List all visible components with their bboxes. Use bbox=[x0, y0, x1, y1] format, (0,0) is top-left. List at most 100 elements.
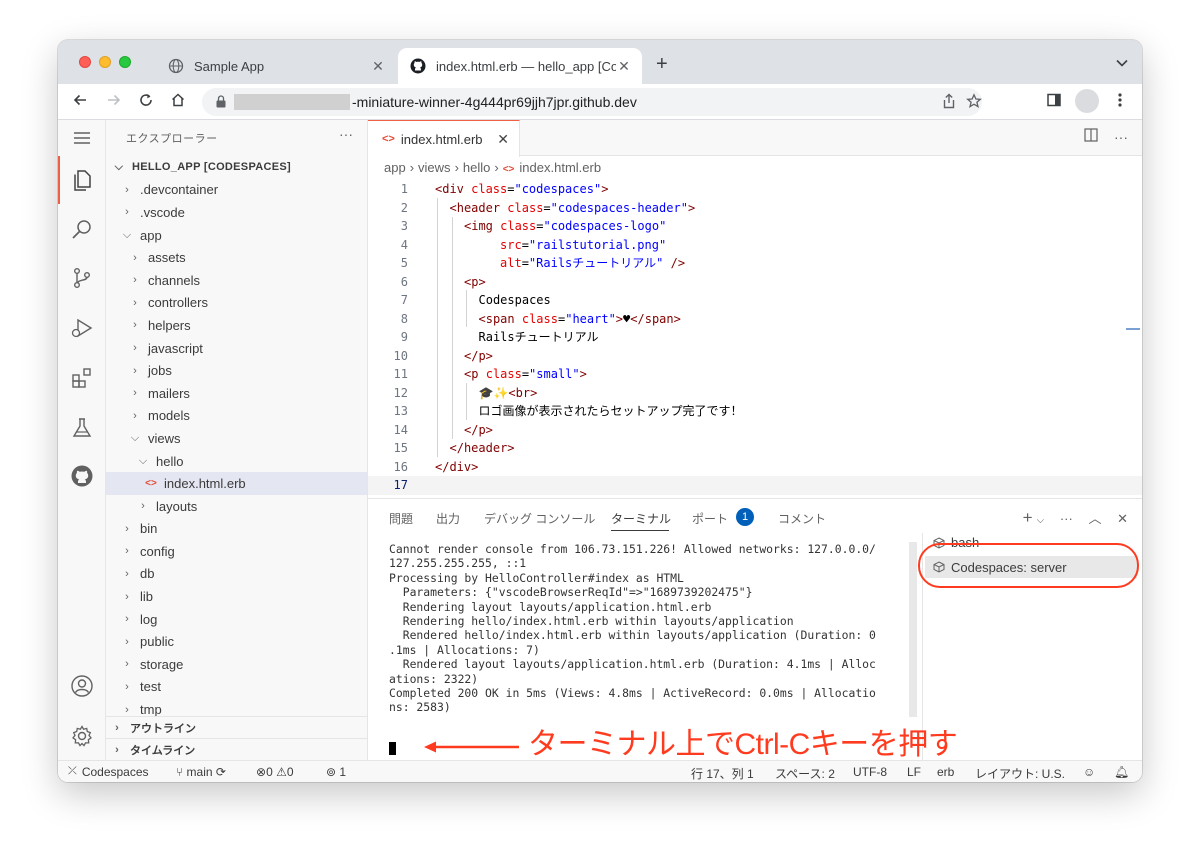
extensions-icon[interactable] bbox=[70, 366, 94, 390]
settings-gear-icon[interactable] bbox=[70, 724, 94, 748]
timeline-section[interactable]: › タイムライン bbox=[106, 738, 367, 760]
remote-indicator[interactable]: ⤫ Codespaces bbox=[58, 761, 159, 782]
branch-indicator[interactable]: ⑂ main ⟳ bbox=[176, 765, 226, 779]
more-actions-icon[interactable]: ··· bbox=[1060, 511, 1073, 526]
tree-item-app[interactable]: ⌵ app bbox=[106, 224, 367, 247]
end-of-line[interactable]: LF bbox=[907, 765, 921, 779]
tree-item-assets[interactable]: › assets bbox=[106, 246, 367, 269]
browser-tab-codespace[interactable]: index.html.erb — hello_app [Codespaces] … bbox=[398, 48, 642, 84]
tree-item-hello[interactable]: ⌵ hello bbox=[106, 450, 367, 473]
explorer-files-icon[interactable] bbox=[70, 168, 94, 192]
back-icon[interactable] bbox=[70, 92, 90, 112]
tree-item-mailers[interactable]: › mailers bbox=[106, 382, 367, 405]
tree-item-label: channels bbox=[148, 272, 201, 288]
tree-item-views[interactable]: ⌵ views bbox=[106, 427, 367, 450]
notifications-bell-icon[interactable]: 🔔︎ bbox=[1114, 765, 1129, 779]
breadcrumb-item[interactable]: app bbox=[384, 160, 406, 175]
tree-item-channels[interactable]: › channels bbox=[106, 269, 367, 292]
breadcrumb-item[interactable]: index.html.erb bbox=[519, 160, 601, 175]
tree-item-label: index.html.erb bbox=[164, 476, 246, 492]
search-icon[interactable] bbox=[70, 218, 94, 242]
bookmark-star-icon[interactable] bbox=[966, 93, 982, 112]
tree-item-lib[interactable]: › lib bbox=[106, 585, 367, 608]
tab-terminal[interactable]: ターミナル bbox=[611, 510, 671, 527]
tree-item-test[interactable]: › test bbox=[106, 676, 367, 699]
close-window-button[interactable] bbox=[79, 56, 91, 68]
tree-item-config[interactable]: › config bbox=[106, 540, 367, 563]
tree-item-helpers[interactable]: › helpers bbox=[106, 314, 367, 337]
address-bar[interactable]: -miniature-winner-4g444pr69jjh7jpr.githu… bbox=[202, 88, 982, 116]
more-actions-icon[interactable]: ··· bbox=[1114, 129, 1128, 145]
new-tab-button[interactable]: + bbox=[656, 54, 668, 74]
reload-icon[interactable] bbox=[136, 92, 156, 112]
github-icon[interactable] bbox=[70, 464, 94, 488]
share-icon[interactable] bbox=[942, 93, 956, 112]
tree-item-devcontainer[interactable]: › .devcontainer bbox=[106, 179, 367, 202]
home-icon[interactable] bbox=[168, 92, 188, 112]
indentation[interactable]: スペース: 2 bbox=[775, 765, 835, 782]
terminal-scrollbar[interactable] bbox=[909, 542, 917, 717]
menu-icon[interactable] bbox=[70, 126, 94, 150]
tree-item-vscode[interactable]: › .vscode bbox=[106, 201, 367, 224]
breadcrumb-item[interactable]: views bbox=[418, 160, 451, 175]
tree-item-storage[interactable]: › storage bbox=[106, 653, 367, 676]
profile-avatar[interactable] bbox=[1075, 89, 1099, 113]
terminal-line: Completed 200 OK in 5ms (Views: 4.8ms | … bbox=[389, 686, 876, 701]
kebab-menu-icon[interactable] bbox=[1110, 92, 1130, 112]
code-editor[interactable]: 1 <div class="codespaces"> 2 <header class… bbox=[368, 180, 1142, 495]
tree-item-jobs[interactable]: › jobs bbox=[106, 359, 367, 382]
testing-flask-icon[interactable] bbox=[70, 416, 94, 440]
tree-item-models[interactable]: › models bbox=[106, 405, 367, 428]
url-text: -miniature-winner-4g444pr69jjh7jpr.githu… bbox=[352, 94, 637, 110]
chevron-down-icon: ⌵ bbox=[122, 228, 132, 241]
chevron-down-icon[interactable]: ⌵ bbox=[1037, 515, 1045, 526]
side-panel-icon[interactable] bbox=[1044, 92, 1064, 112]
tree-item-log[interactable]: › log bbox=[106, 608, 367, 631]
feedback-icon[interactable]: ☺ bbox=[1083, 765, 1095, 779]
tree-item-index-html-erb[interactable]: <> index.html.erb bbox=[106, 472, 367, 495]
chevron-down-icon[interactable] bbox=[1116, 56, 1128, 70]
close-tab-icon[interactable]: ✕ bbox=[370, 58, 386, 74]
split-editor-icon[interactable] bbox=[1084, 128, 1102, 145]
tree-item-public[interactable]: › public bbox=[106, 630, 367, 653]
outline-section[interactable]: › アウトライン bbox=[106, 716, 367, 738]
close-tab-icon[interactable]: ✕ bbox=[616, 58, 632, 74]
breadcrumb-item[interactable]: hello bbox=[463, 160, 490, 175]
maximize-window-button[interactable] bbox=[119, 56, 131, 68]
encoding[interactable]: UTF-8 bbox=[853, 765, 887, 779]
problems-indicator[interactable]: ⊗0 ⚠0 bbox=[256, 765, 294, 779]
keyboard-layout[interactable]: レイアウト: U.S. bbox=[975, 765, 1065, 782]
editor-tab-index-html-erb[interactable]: <> index.html.erb ✕ bbox=[368, 120, 520, 157]
line-number: 17 bbox=[393, 478, 408, 492]
tab-debug-console[interactable]: デバッグ コンソール bbox=[484, 510, 595, 527]
new-terminal-plus-icon[interactable]: + bbox=[1023, 508, 1033, 527]
tab-problems[interactable]: 問題 bbox=[389, 510, 413, 527]
panel-tab-bar: 問題 出力 デバッグ コンソール ターミナル ポート 1 コメント + ⌵ ···… bbox=[368, 499, 1142, 533]
workspace-root[interactable]: ⌵ HELLO_APP [CODESPACES] bbox=[106, 156, 367, 179]
cursor-position[interactable]: 行 17、列 1 bbox=[691, 765, 754, 782]
browser-tab-sample-app[interactable]: Sample App ✕ bbox=[156, 48, 396, 84]
ports-indicator[interactable]: ⊚ 1 bbox=[326, 765, 346, 779]
tree-item-controllers[interactable]: › controllers bbox=[106, 292, 367, 315]
close-icon[interactable]: ✕ bbox=[497, 131, 509, 148]
language-mode[interactable]: erb bbox=[937, 765, 954, 779]
tab-ports[interactable]: ポート bbox=[692, 510, 728, 527]
chevron-right-icon: › bbox=[125, 703, 129, 716]
tab-output[interactable]: 出力 bbox=[436, 510, 460, 527]
more-actions-icon[interactable]: ··· bbox=[339, 126, 353, 142]
run-debug-icon[interactable] bbox=[70, 316, 94, 340]
forward-icon[interactable] bbox=[104, 92, 124, 112]
tree-item-javascript[interactable]: › javascript bbox=[106, 337, 367, 360]
tree-item-db[interactable]: › db bbox=[106, 563, 367, 586]
terminal-output[interactable]: Cannot render console from 106.73.151.22… bbox=[389, 542, 903, 715]
tab-comments[interactable]: コメント bbox=[778, 510, 826, 527]
maximize-panel-chevron-up-icon[interactable]: ︿ bbox=[1088, 511, 1101, 526]
account-icon[interactable] bbox=[70, 674, 94, 698]
minimize-window-button[interactable] bbox=[99, 56, 111, 68]
close-panel-icon[interactable]: ✕ bbox=[1117, 511, 1128, 526]
code-line: 2 <header class="codespaces-header"> bbox=[368, 199, 1142, 218]
tree-item-bin[interactable]: › bin bbox=[106, 518, 367, 541]
tree-item-layouts[interactable]: › layouts bbox=[106, 495, 367, 518]
code-text: <div class="codespaces"> bbox=[435, 182, 609, 196]
source-control-icon[interactable] bbox=[70, 266, 94, 290]
